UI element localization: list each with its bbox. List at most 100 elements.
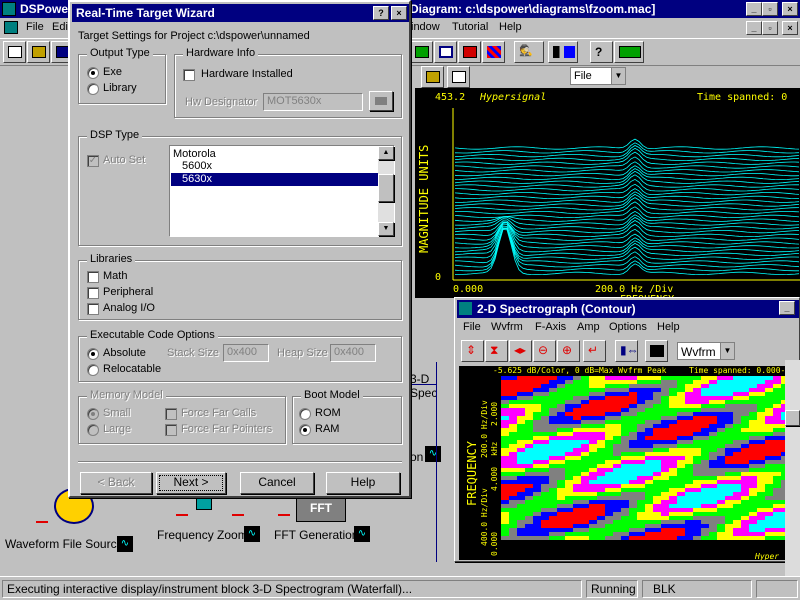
library-radio[interactable] xyxy=(87,83,99,95)
absolute-radio[interactable] xyxy=(87,348,99,360)
chevron-down-icon[interactable]: ▼ xyxy=(611,68,625,84)
menu-file[interactable]: File xyxy=(26,21,44,33)
auto-set-checkbox[interactable]: ✓ xyxy=(87,155,99,167)
peripheral-checkbox[interactable] xyxy=(87,287,99,299)
spectro-menu-help[interactable]: Help xyxy=(657,321,680,333)
math-checkbox[interactable] xyxy=(87,271,99,283)
return-icon[interactable]: ↵ xyxy=(583,340,606,362)
scroll-thumb[interactable] xyxy=(785,410,800,426)
file-select[interactable]: File ▼ xyxy=(570,67,626,85)
contour-cell xyxy=(741,540,749,544)
menu-edit[interactable]: Edi xyxy=(52,21,68,33)
scroll-up-icon[interactable]: ▲ xyxy=(378,146,394,160)
hardware-installed-checkbox[interactable] xyxy=(183,69,195,81)
wvfrm-select[interactable]: Wvfrm ▼ xyxy=(677,342,735,360)
help-cursor-icon[interactable]: ? xyxy=(590,41,613,63)
scope-view-icon[interactable] xyxy=(645,340,668,362)
waterfall-plot[interactable]: 453.2 Hypersignal Time spanned: 0 MAGNIT… xyxy=(415,88,800,305)
force-far-calls-checkbox[interactable] xyxy=(165,408,177,420)
open-folder-icon[interactable] xyxy=(421,66,444,88)
zoom-in-icon[interactable]: ⊕ xyxy=(557,340,580,362)
spectro-menu-options[interactable]: Options xyxy=(609,321,647,333)
contour-cell xyxy=(509,548,517,552)
menu-help[interactable]: Help xyxy=(499,21,522,33)
compress-y-icon[interactable]: ⧗ xyxy=(485,340,508,362)
large-radio[interactable] xyxy=(87,424,99,436)
spectrogram-plot[interactable]: -5.625 dB/Color, 0 dB=Max Wvfrm Peak Tim… xyxy=(459,366,790,561)
spectro-minimize-button[interactable]: _ xyxy=(779,301,795,315)
cancel-button[interactable]: Cancel xyxy=(240,472,314,494)
contour-cell xyxy=(621,456,629,460)
spectro-menu-amp[interactable]: Amp xyxy=(577,321,600,333)
force-far-pointers-checkbox[interactable] xyxy=(165,424,177,436)
scope-badge-icon[interactable]: ∿ xyxy=(354,526,370,542)
contour-cell xyxy=(693,448,701,452)
child-minimize-button[interactable]: _ xyxy=(746,21,762,35)
menu-tutorial[interactable]: Tutorial xyxy=(452,21,488,33)
spectro-menu-wvfrm[interactable]: Wvfrm xyxy=(491,321,523,333)
scope-badge-icon[interactable]: ∿ xyxy=(117,536,133,552)
child-close-button[interactable]: × xyxy=(782,21,798,35)
contour-cell xyxy=(757,400,765,404)
analog-io-checkbox[interactable] xyxy=(87,303,99,315)
rom-radio[interactable] xyxy=(299,408,311,420)
help-button[interactable]: Help xyxy=(326,472,400,494)
dsp-type-list[interactable]: Motorola 5600x 5630x ▲ ▼ xyxy=(169,145,395,237)
wizard-close-button[interactable]: × xyxy=(391,6,407,20)
relocatable-radio[interactable] xyxy=(87,364,99,376)
chevron-down-icon[interactable]: ▼ xyxy=(720,343,734,359)
dsp-item-5600x[interactable]: 5600x xyxy=(182,160,212,172)
contour-cell xyxy=(565,520,573,524)
app-icon[interactable] xyxy=(2,2,16,16)
main-vscrollbar[interactable] xyxy=(785,360,800,576)
new-icon[interactable] xyxy=(3,41,26,63)
dsp-item-5630x[interactable]: 5630x xyxy=(171,173,378,186)
minimize-button[interactable]: _ xyxy=(746,2,762,16)
spectro-menu-file[interactable]: File xyxy=(463,321,481,333)
tool-red-icon[interactable] xyxy=(458,41,481,63)
small-radio[interactable] xyxy=(87,408,99,420)
hw-browse-icon[interactable] xyxy=(369,91,393,111)
maximize-button[interactable]: ▫ xyxy=(762,2,778,16)
stack-size-field[interactable]: 0x400 xyxy=(223,344,269,362)
fft-block[interactable]: FFT xyxy=(296,496,346,522)
tool-green-icon[interactable] xyxy=(410,41,433,63)
scope-badge-icon[interactable]: ∿ xyxy=(244,526,260,542)
tool-window-icon[interactable] xyxy=(434,41,457,63)
zoom-y-icon[interactable]: ⇕ xyxy=(461,340,484,362)
scroll-down-icon[interactable]: ▼ xyxy=(378,222,394,236)
contour-cell xyxy=(749,400,757,404)
expand-x-icon[interactable]: ◂▸ xyxy=(509,340,532,362)
meter-icon[interactable] xyxy=(614,41,644,63)
close-button[interactable]: × xyxy=(782,2,798,16)
open-folder-icon[interactable] xyxy=(27,41,50,63)
diagram-3d-block-label[interactable]: 3-D Spec xyxy=(410,372,455,400)
exe-radio[interactable] xyxy=(87,67,99,79)
binoculars-wave-icon[interactable]: 🕵 xyxy=(514,41,544,63)
heap-size-field[interactable]: 0x400 xyxy=(330,344,376,362)
wizard-help-button[interactable]: ? xyxy=(373,6,389,20)
zoom-out-icon[interactable]: ⊖ xyxy=(533,340,556,362)
contour-cell xyxy=(701,548,709,552)
back-button[interactable]: < Back xyxy=(80,472,152,494)
contour-cell xyxy=(677,512,685,516)
doc-icon[interactable] xyxy=(4,21,18,34)
hw-designator-field[interactable]: MOT5630x xyxy=(263,93,363,111)
contour-cell xyxy=(725,416,733,420)
spectro-app-icon[interactable] xyxy=(459,302,472,315)
tool-grid-icon[interactable] xyxy=(482,41,505,63)
scope-badge-icon[interactable]: ∿ xyxy=(425,446,441,462)
next-button[interactable]: Next > xyxy=(156,472,226,494)
contour-cell xyxy=(725,396,733,400)
dsp-item-motorola[interactable]: Motorola xyxy=(173,148,216,160)
spectro-menu-faxis[interactable]: F-Axis xyxy=(535,321,566,333)
print-icon[interactable] xyxy=(447,66,470,88)
contour-cell xyxy=(517,476,525,480)
cursor-icon[interactable]: ▮⇔ xyxy=(615,340,639,362)
menu-window[interactable]: indow xyxy=(411,21,440,33)
child-restore-button[interactable]: ▫ xyxy=(762,21,778,35)
scroll-thumb[interactable] xyxy=(378,174,394,202)
ram-radio[interactable] xyxy=(299,424,311,436)
list-scrollbar[interactable]: ▲ ▼ xyxy=(378,146,394,236)
binoculars-block-icon[interactable] xyxy=(548,41,578,63)
